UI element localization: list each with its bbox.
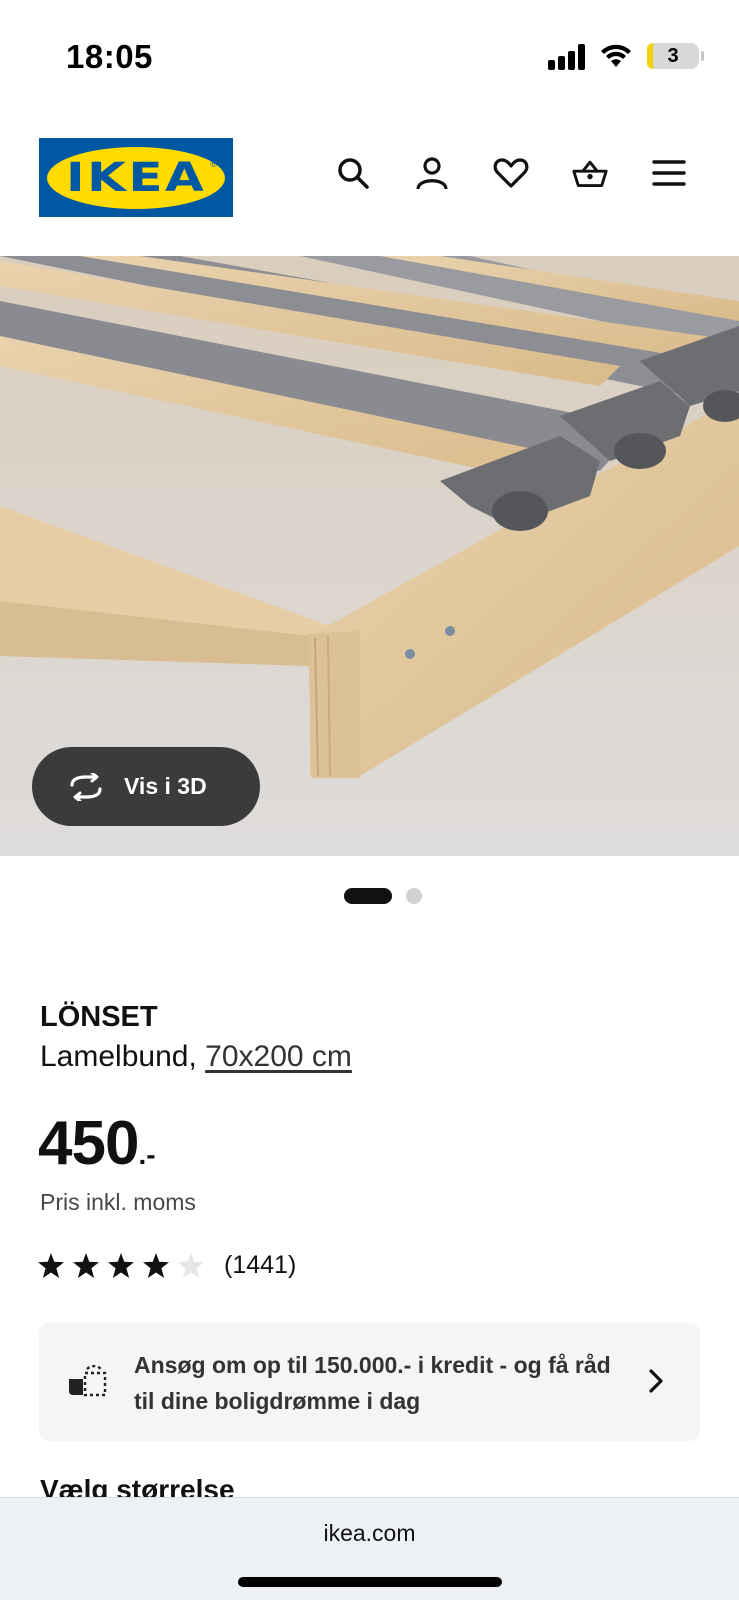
profile-icon — [416, 157, 448, 190]
ikea-logo[interactable]: IKEA ® — [39, 138, 233, 217]
star-filled-icon — [143, 1253, 169, 1278]
status-bar: 18:05 3 — [0, 0, 739, 115]
basket-button[interactable] — [572, 155, 608, 191]
view-in-3d-button[interactable]: Vis i 3D — [32, 747, 260, 826]
star-filled-icon — [73, 1253, 99, 1278]
product-image-gallery[interactable]: Vis i 3D — [0, 256, 739, 856]
browser-url[interactable]: ikea.com — [0, 1520, 739, 1547]
logo-oval: IKEA — [47, 146, 225, 209]
search-icon — [338, 158, 369, 189]
credit-banner[interactable]: Ansøg om op til 150.000.- i kredit - og … — [39, 1323, 700, 1441]
product-name: LÖNSET — [40, 1001, 158, 1033]
star-filled-icon — [108, 1253, 134, 1278]
browser-address-bar[interactable]: ikea.com — [0, 1497, 739, 1600]
price-value: 450 — [38, 1109, 139, 1178]
header-nav — [335, 155, 687, 191]
rating-stars — [38, 1253, 204, 1278]
cellular-signal-icon — [548, 42, 585, 70]
home-indicator — [238, 1577, 502, 1587]
search-button[interactable] — [335, 155, 371, 191]
pager-dot[interactable] — [405, 888, 422, 904]
favourites-button[interactable] — [493, 155, 529, 191]
product-size-link[interactable]: 70x200 cm — [205, 1040, 352, 1073]
review-count: (1441) — [224, 1251, 297, 1279]
product-description: Lamelbund, 70x200 cm — [40, 1040, 352, 1074]
basket-icon — [572, 160, 608, 188]
pager-dot-active[interactable] — [343, 888, 392, 904]
star-filled-icon — [38, 1253, 64, 1278]
vat-note: Pris inkl. moms — [40, 1189, 196, 1215]
product-type: Lamelbund, — [40, 1040, 197, 1073]
price-suffix: .- — [138, 1139, 156, 1170]
menu-icon — [652, 160, 686, 186]
logo-text: IKEA — [65, 154, 207, 201]
heart-icon — [493, 158, 529, 188]
credit-banner-text: Ansøg om op til 150.000.- i kredit - og … — [134, 1352, 611, 1414]
credit-card-icon — [69, 1365, 107, 1397]
profile-button[interactable] — [414, 155, 450, 191]
menu-button[interactable] — [651, 155, 687, 191]
gallery-pager — [0, 888, 739, 904]
battery-indicator: 3 — [647, 43, 704, 69]
rating[interactable]: (1441) — [38, 1251, 296, 1280]
status-time: 18:05 — [66, 38, 153, 75]
rotate-3d-icon — [70, 772, 102, 801]
site-header: IKEA ® — [0, 115, 739, 255]
registered-mark-icon: ® — [210, 159, 217, 169]
chevron-right-icon — [649, 1369, 663, 1393]
product-price: 450 .- — [38, 1108, 156, 1179]
status-icons: 3 — [548, 42, 704, 70]
star-empty-icon — [178, 1253, 204, 1278]
wifi-icon — [601, 44, 631, 67]
view-in-3d-label: Vis i 3D — [124, 773, 207, 799]
